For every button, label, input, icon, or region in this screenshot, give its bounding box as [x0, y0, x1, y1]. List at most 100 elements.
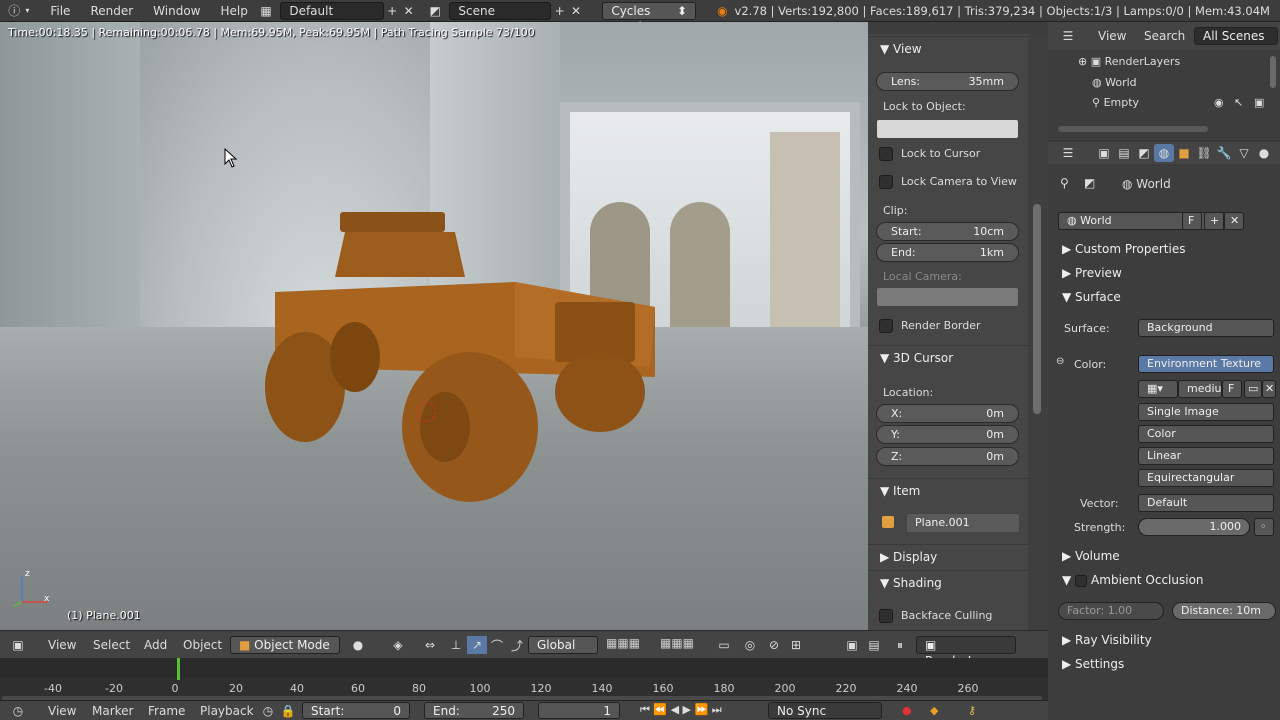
proportional-edit-icon[interactable]: ◎ [740, 636, 760, 654]
render-border-checkbox[interactable] [879, 319, 893, 333]
volume-header[interactable]: ▶ Volume [1048, 545, 1280, 567]
lock-cursor-toggle[interactable]: Lock to Cursor [879, 147, 1022, 161]
open-image-icon[interactable]: ▭ [1244, 380, 1262, 398]
chevron-down-icon[interactable]: ▾ [22, 2, 32, 20]
ao-factor-field[interactable]: Factor: 1.00 [1058, 602, 1164, 620]
display-panel-header[interactable]: ▶ Display [868, 544, 1028, 568]
translate-icon[interactable]: ⊥ [446, 636, 466, 654]
scale-icon[interactable]: ⌒ [487, 636, 507, 654]
lock-object-field[interactable] [876, 119, 1019, 139]
add-menu[interactable]: Add [144, 638, 167, 652]
item-panel-header[interactable]: ▼ Item [868, 478, 1028, 502]
clip-end-field[interactable]: End: 1km [876, 243, 1019, 262]
menu-file[interactable]: File [40, 0, 80, 22]
item-name-field[interactable]: Plane.001 [906, 513, 1020, 533]
render-tab-icon[interactable]: ▣ [1094, 144, 1114, 162]
world-tab-icon[interactable]: ◍ [1154, 144, 1174, 162]
settings-header[interactable]: ▶ Settings [1048, 653, 1280, 675]
sync-select[interactable]: No Sync [768, 702, 882, 719]
manipulator-icon[interactable]: ⇔ [420, 636, 440, 654]
menu-window[interactable]: Window [143, 0, 210, 22]
3d-viewport[interactable]: Time:00:18.35 | Remaining:00:06.78 | Mem… [0, 22, 868, 630]
3d-cursor[interactable] [416, 402, 436, 422]
backface-toggle[interactable]: Backface Culling [879, 609, 1022, 623]
lock-camera-checkbox[interactable] [879, 175, 893, 189]
vector-select[interactable]: Default [1138, 494, 1274, 512]
ao-checkbox[interactable] [1075, 574, 1088, 587]
lock-layers-icon[interactable]: ▭ [714, 636, 734, 654]
screen-layout-icon[interactable]: ▦ [258, 2, 274, 20]
scene-icon[interactable]: ◩ [427, 2, 443, 20]
image-browse-button[interactable]: ▦▾ [1138, 380, 1178, 398]
data-tab-icon[interactable]: ▽ [1234, 144, 1254, 162]
unlink-world-button[interactable]: ✕ [1224, 212, 1244, 230]
strength-link-button[interactable]: ◦ [1254, 518, 1274, 536]
end-frame-field[interactable]: End: 250 [424, 702, 524, 719]
object-menu[interactable]: Object [183, 638, 222, 652]
snap-element-icon[interactable]: ⊞ [786, 636, 806, 654]
modifiers-tab-icon[interactable]: 🔧 [1214, 144, 1234, 162]
custom-properties-header[interactable]: ▶ Custom Properties [1048, 238, 1280, 260]
playback-menu[interactable]: Playback [200, 704, 254, 718]
ao-header[interactable]: ▼ Ambient Occlusion [1048, 569, 1280, 591]
add-scene-icon[interactable]: + [551, 2, 567, 20]
pause-render-icon[interactable]: ⏸ [890, 636, 910, 654]
backface-checkbox[interactable] [879, 609, 893, 623]
projection-select[interactable]: Equirectangular [1138, 469, 1274, 487]
keyframe-icon[interactable]: ◆ [930, 704, 938, 717]
view-panel-header[interactable]: ▼ View [868, 36, 1028, 60]
menu-render[interactable]: Render [80, 0, 143, 22]
render-layer-select[interactable]: ▣ RenderLayer [916, 636, 1016, 668]
render-preview-icon[interactable]: ▣ [842, 636, 862, 654]
cursor-panel-header[interactable]: ▼ 3D Cursor [868, 345, 1028, 369]
image-name-field[interactable]: mediu [1178, 380, 1222, 398]
properties-editor-icon[interactable]: ☰ [1058, 144, 1078, 162]
orientation-select[interactable]: Global [528, 636, 598, 654]
ray-visibility-header[interactable]: ▶ Ray Visibility [1048, 629, 1280, 651]
image-fake-user[interactable]: F [1222, 380, 1242, 398]
current-frame-field[interactable]: 1 [538, 702, 620, 719]
pivot-point-icon[interactable]: ◈ [388, 636, 408, 654]
layers-grid-icon[interactable]: ▦▦▦ [606, 636, 640, 650]
scene-tab-icon[interactable]: ◩ [1134, 144, 1154, 162]
shading-panel-header[interactable]: ▼ Shading [868, 570, 1028, 594]
frame-menu[interactable]: Frame [148, 704, 185, 718]
ao-distance-field[interactable]: Distance: 10m [1172, 602, 1276, 620]
outliner-vscroll[interactable] [1270, 56, 1276, 88]
rotate-icon[interactable]: ↗ [467, 636, 487, 654]
source-select[interactable]: Single Image [1138, 403, 1274, 421]
marker-menu[interactable]: Marker [92, 704, 133, 718]
remove-scene-icon[interactable]: ✕ [568, 2, 584, 20]
outliner-editor-icon[interactable]: ☰ [1058, 27, 1078, 45]
start-frame-field[interactable]: Start: 0 [302, 702, 410, 719]
clip-start-field[interactable]: Start: 10cm [876, 222, 1019, 241]
mode-select[interactable]: ■ Object Mode [230, 636, 340, 654]
color-input-select[interactable]: Environment Texture [1138, 355, 1274, 373]
lock-camera-toggle[interactable]: Lock Camera to View [879, 175, 1022, 189]
outliner-row[interactable]: ◍ World [1092, 76, 1137, 89]
timeline-view-menu[interactable]: View [48, 704, 76, 718]
select-arrow-icon[interactable]: ↖ [1234, 96, 1243, 109]
render-border-toggle[interactable]: Render Border [879, 319, 1022, 333]
pin-icon[interactable]: ⚲ [1060, 176, 1069, 190]
constraints-tab-icon[interactable]: ⛓ [1194, 144, 1214, 162]
current-frame-marker[interactable] [177, 658, 180, 680]
visibility-eye-icon[interactable]: ◉ [1214, 96, 1224, 109]
remove-layout-icon[interactable]: ✕ [400, 2, 416, 20]
cursor-z-field[interactable]: Z: 0m [876, 447, 1019, 466]
preview-header[interactable]: ▶ Preview [1048, 262, 1280, 284]
material-tab-icon[interactable]: ● [1254, 144, 1274, 162]
outliner-display-select[interactable]: All Scenes [1194, 27, 1278, 45]
view-menu[interactable]: View [48, 638, 76, 652]
outliner-hscroll[interactable] [1058, 126, 1208, 132]
unlink-image-icon[interactable]: ✕ [1262, 380, 1276, 398]
surface-select[interactable]: Background [1138, 319, 1274, 337]
render-anim-icon[interactable]: ▤ [864, 636, 884, 654]
editor-type-icon[interactable]: ▣ [8, 636, 28, 654]
transform-icon[interactable]: ⤴ [507, 636, 527, 654]
keying-set-icon[interactable]: ⚷ [968, 704, 976, 717]
cursor-y-field[interactable]: Y: 0m [876, 425, 1019, 444]
time-icon[interactable]: ◷ [258, 702, 278, 720]
snap-icon[interactable]: ⊘ [764, 636, 784, 654]
interpolation-select[interactable]: Linear [1138, 447, 1274, 465]
